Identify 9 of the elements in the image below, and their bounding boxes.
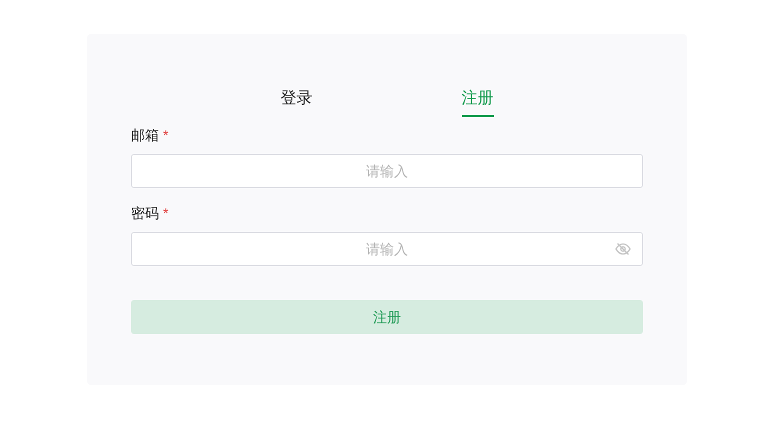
field-label: 邮箱 — [131, 126, 159, 144]
required-mark: * — [163, 204, 168, 222]
hidden-eye-icon[interactable] — [615, 241, 631, 257]
field-label: 密码 — [131, 204, 159, 222]
input-field[interactable]: 请输入 — [131, 232, 643, 266]
input-field[interactable]: 请输入 — [131, 154, 643, 188]
required-mark: * — [163, 126, 168, 144]
tab[interactable]: 登录 — [280, 83, 312, 117]
tab[interactable]: 注册 — [462, 83, 494, 117]
